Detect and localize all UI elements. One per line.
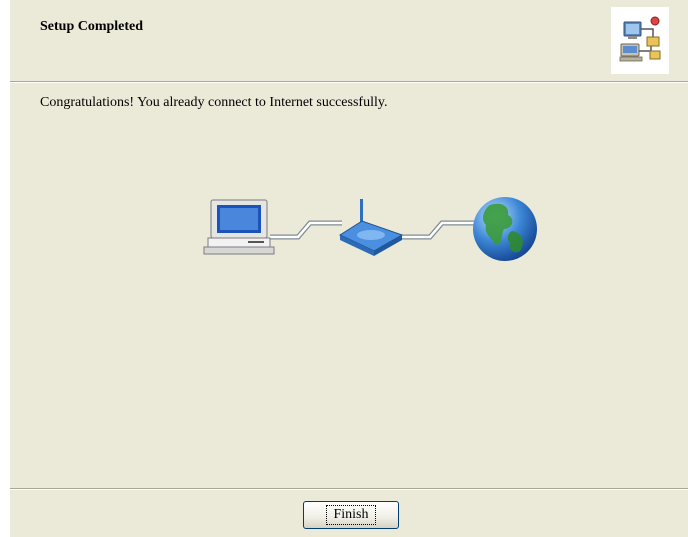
page-title: Setup Completed (40, 19, 144, 34)
header-divider-highlight (10, 82, 688, 83)
finish-button[interactable]: Finish (303, 501, 399, 529)
setup-wizard-window: Setup Completed Congratulations! You alr… (10, 0, 688, 537)
success-message: Congratulations! You already connect to … (40, 95, 388, 110)
connection-diagram (190, 185, 550, 275)
footer-divider-highlight (10, 489, 688, 490)
cable-router-globe (402, 220, 474, 240)
finish-button-label: Finish (326, 505, 376, 525)
globe-icon (473, 197, 537, 261)
header-icon-box (611, 7, 669, 74)
wizard-header: Setup Completed (10, 0, 688, 81)
router-icon (338, 199, 404, 256)
network-wizard-icon (619, 16, 661, 62)
cable-computer-router (270, 220, 342, 240)
computer-icon (203, 199, 275, 255)
